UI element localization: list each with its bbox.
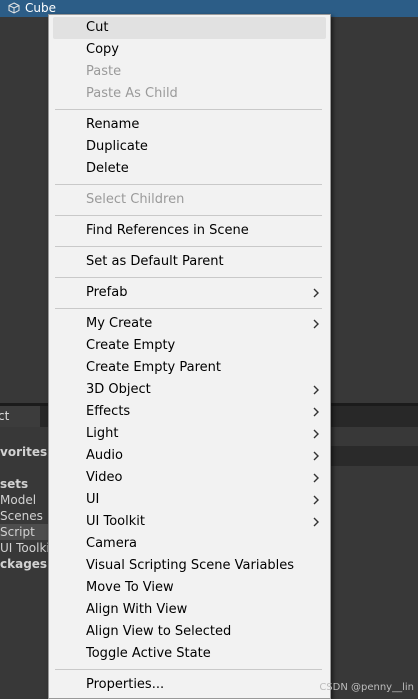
menu-separator <box>55 109 322 110</box>
chevron-right-icon <box>313 473 319 483</box>
menu-item-ui[interactable]: UI <box>53 489 326 511</box>
context-menu: Cut Copy Paste Paste As Child Rename Dup… <box>48 14 331 699</box>
menu-item-label: Paste As Child <box>86 86 178 101</box>
menu-item-cut[interactable]: Cut <box>53 17 326 39</box>
menu-item-label: Light <box>86 426 119 441</box>
menu-item-effects[interactable]: Effects <box>53 401 326 423</box>
menu-item-delete[interactable]: Delete <box>53 158 326 180</box>
tree-item-assets[interactable]: sets <box>0 476 28 492</box>
menu-item-audio[interactable]: Audio <box>53 445 326 467</box>
menu-item-label: Video <box>86 470 123 485</box>
menu-item-move-to-view[interactable]: Move To View <box>53 577 326 599</box>
menu-item-label: Prefab <box>86 285 128 300</box>
menu-item-set-default-parent[interactable]: Set as Default Parent <box>53 251 326 273</box>
tab-project[interactable]: ct <box>0 406 40 427</box>
tree-item-favorites[interactable]: vorites <box>0 444 47 460</box>
menu-item-label: Audio <box>86 448 123 463</box>
menu-separator <box>55 669 322 670</box>
menu-item-label: Duplicate <box>86 139 148 154</box>
menu-item-paste[interactable]: Paste <box>53 61 326 83</box>
menu-item-align-view-to-selected[interactable]: Align View to Selected <box>53 621 326 643</box>
menu-separator <box>55 277 322 278</box>
menu-item-toggle-active-state[interactable]: Toggle Active State <box>53 643 326 665</box>
menu-item-label: Properties... <box>86 677 165 692</box>
menu-item-label: Visual Scripting Scene Variables <box>86 558 295 573</box>
menu-item-label: UI Toolkit <box>86 514 145 529</box>
chevron-right-icon <box>313 407 319 417</box>
menu-item-label: Delete <box>86 161 129 176</box>
chevron-right-icon <box>313 385 319 395</box>
menu-item-video[interactable]: Video <box>53 467 326 489</box>
menu-item-visual-scripting-variables[interactable]: Visual Scripting Scene Variables <box>53 555 326 577</box>
watermark-text: CSDN @penny__lin <box>319 682 414 693</box>
menu-item-3d-object[interactable]: 3D Object <box>53 379 326 401</box>
tree-item-ui-toolkit[interactable]: UI Toolkit <box>0 540 54 556</box>
menu-item-label: Copy <box>86 42 119 57</box>
menu-item-label: My Create <box>86 316 153 331</box>
chevron-right-icon <box>313 319 319 329</box>
menu-item-label: Toggle Active State <box>86 646 211 661</box>
menu-item-camera[interactable]: Camera <box>53 533 326 555</box>
tree-item-script[interactable]: Script <box>0 524 52 540</box>
menu-item-label: Cut <box>86 20 109 35</box>
menu-item-label: UI <box>86 492 100 507</box>
menu-item-create-empty-parent[interactable]: Create Empty Parent <box>53 357 326 379</box>
menu-item-find-references[interactable]: Find References in Scene <box>53 220 326 242</box>
cube-icon <box>8 2 20 14</box>
menu-separator <box>55 215 322 216</box>
menu-item-light[interactable]: Light <box>53 423 326 445</box>
menu-item-prefab[interactable]: Prefab <box>53 282 326 304</box>
menu-item-label: Align View to Selected <box>86 624 232 639</box>
menu-item-label: Find References in Scene <box>86 223 249 238</box>
menu-item-ui-toolkit[interactable]: UI Toolkit <box>53 511 326 533</box>
menu-item-label: Create Empty Parent <box>86 360 221 375</box>
menu-separator <box>55 308 322 309</box>
chevron-right-icon <box>313 451 319 461</box>
menu-item-label: Paste <box>86 64 122 79</box>
tree-item-model[interactable]: Model <box>0 492 36 508</box>
tree-item-packages[interactable]: ckages <box>0 556 47 572</box>
menu-item-label: Effects <box>86 404 131 419</box>
menu-item-rename[interactable]: Rename <box>53 114 326 136</box>
chevron-right-icon <box>313 517 319 527</box>
menu-item-label: Align With View <box>86 602 188 617</box>
menu-item-label: Set as Default Parent <box>86 254 224 269</box>
menu-item-label: Create Empty <box>86 338 176 353</box>
menu-item-create-empty[interactable]: Create Empty <box>53 335 326 357</box>
chevron-right-icon <box>313 288 319 298</box>
menu-item-my-create[interactable]: My Create <box>53 313 326 335</box>
menu-item-copy[interactable]: Copy <box>53 39 326 61</box>
menu-item-label: Camera <box>86 536 138 551</box>
chevron-right-icon <box>313 495 319 505</box>
menu-item-properties[interactable]: Properties... <box>53 674 326 696</box>
menu-separator <box>55 184 322 185</box>
menu-item-label: 3D Object <box>86 382 151 397</box>
menu-item-label: Select Children <box>86 192 185 207</box>
menu-item-paste-as-child[interactable]: Paste As Child <box>53 83 326 105</box>
menu-item-duplicate[interactable]: Duplicate <box>53 136 326 158</box>
tree-item-scenes[interactable]: Scenes <box>0 508 43 524</box>
menu-item-label: Rename <box>86 117 140 132</box>
menu-item-align-with-view[interactable]: Align With View <box>53 599 326 621</box>
menu-item-select-children[interactable]: Select Children <box>53 189 326 211</box>
chevron-right-icon <box>313 429 319 439</box>
menu-item-label: Move To View <box>86 580 174 595</box>
menu-separator <box>55 246 322 247</box>
